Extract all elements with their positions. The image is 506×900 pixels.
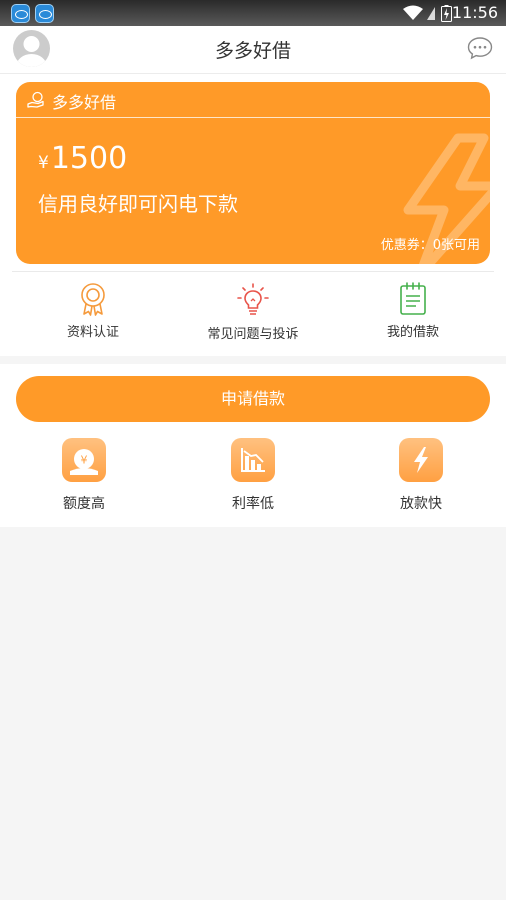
lightning-icon	[414, 447, 428, 473]
status-time: 11:56	[451, 3, 498, 22]
hand-coin-icon	[27, 91, 44, 108]
menu-label: 常见问题与投诉	[207, 327, 299, 342]
divider	[12, 271, 494, 272]
battery-icon	[441, 5, 452, 22]
notepad-icon	[400, 282, 426, 315]
card-slogan: 信用良好即可闪电下款	[38, 192, 238, 216]
feature-high-limit: ¥ 额度高	[34, 438, 134, 513]
chart-down-icon	[241, 448, 265, 472]
feature-icon-box: ¥	[62, 438, 106, 482]
message-icon[interactable]	[467, 36, 493, 60]
menu-item-faq[interactable]: 常见问题与投诉	[173, 282, 333, 342]
certificate-icon	[81, 283, 105, 316]
menu-label: 资料认证	[66, 325, 119, 340]
app-header: 多多好借	[0, 26, 506, 74]
currency-symbol: ¥	[38, 153, 49, 173]
feature-label: 放款快	[400, 496, 442, 512]
lightbulb-icon	[237, 283, 269, 315]
feature-icon-box	[399, 438, 443, 482]
page-title: 多多好借	[214, 40, 291, 62]
feature-fast-loan: 放款快	[371, 438, 471, 513]
amount-value: 1500	[50, 141, 128, 176]
feature-icon-box	[231, 438, 275, 482]
money-bag-icon: ¥	[70, 449, 98, 475]
menu-item-my-loans[interactable]: 我的借款	[333, 282, 493, 340]
loan-card[interactable]: 多多好借 ¥1500 信用良好即可闪电下款 优惠券：0张可用	[16, 82, 490, 264]
main-content: 多多好借 ¥1500 信用良好即可闪电下款 优惠券：0张可用 资料认证 常见问题…	[0, 74, 506, 356]
credit-amount: ¥1500	[38, 142, 127, 180]
feature-label: 利率低	[232, 496, 274, 512]
feature-low-rate: 利率低	[203, 438, 303, 513]
quick-menu: 资料认证 常见问题与投诉 我的借款	[0, 282, 506, 348]
status-bar: 11:56	[0, 0, 506, 26]
app-notification-icon	[35, 4, 54, 23]
menu-label: 我的借款	[386, 325, 439, 340]
menu-item-verification[interactable]: 资料认证	[13, 282, 173, 340]
card-brand-name: 多多好借	[52, 93, 117, 112]
feature-label: 额度高	[63, 496, 105, 512]
apply-section: 申请借款 ¥ 额度高 利率低 放款快	[0, 364, 506, 527]
signal-icon	[427, 7, 435, 20]
card-header: 多多好借	[16, 82, 490, 118]
wifi-icon	[403, 5, 423, 20]
svg-text:¥: ¥	[81, 454, 88, 467]
app-notification-icon	[11, 4, 30, 23]
coupon-text[interactable]: 优惠券：0张可用	[381, 234, 480, 253]
apply-loan-button[interactable]: 申请借款	[16, 376, 490, 422]
